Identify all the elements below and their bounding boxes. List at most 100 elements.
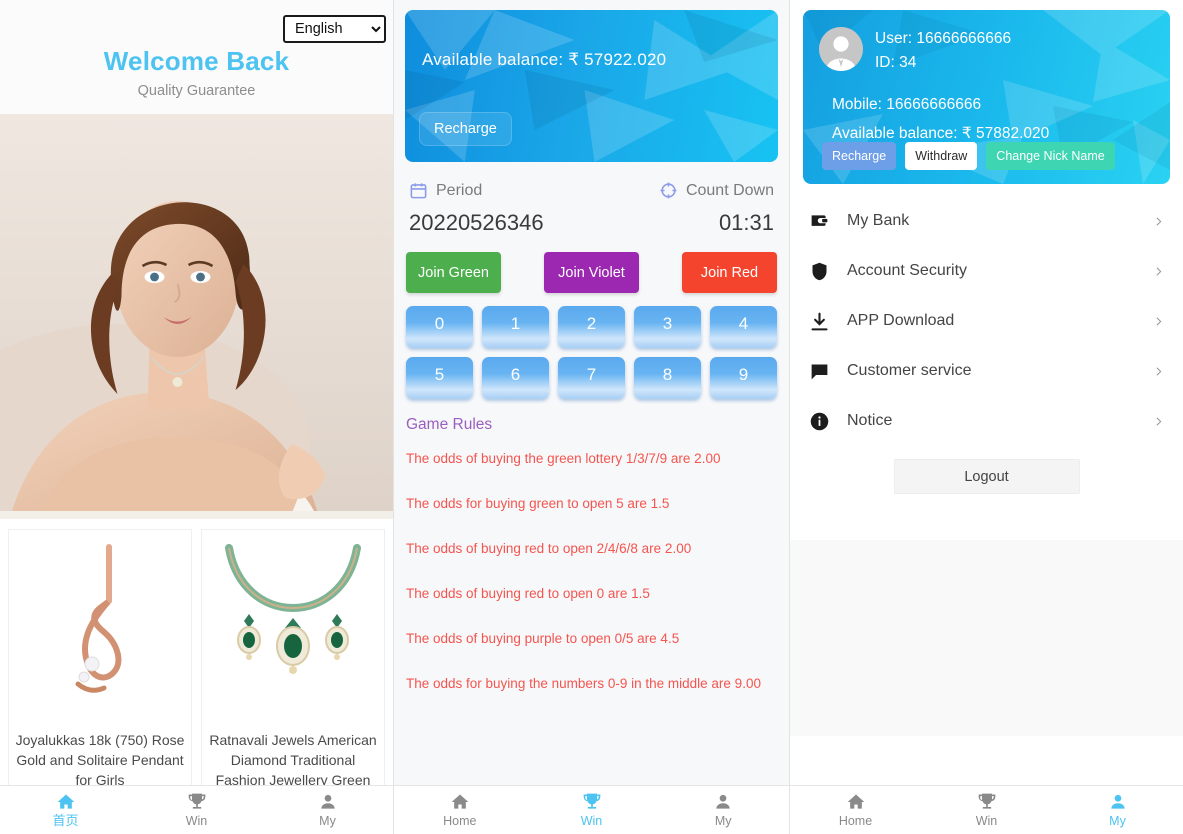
join-red-button[interactable]: Join Red	[682, 252, 777, 293]
period-countdown-values: 20220526346 01:31	[409, 210, 774, 236]
home-panel: English Welcome Back Quality Guarantee J…	[0, 0, 394, 834]
number-button-3[interactable]: 3	[634, 306, 701, 348]
menu-item-app-download[interactable]: APP Download	[790, 296, 1183, 346]
info-icon	[810, 412, 829, 430]
account-panel-body: User: 16666666666 ID: 34 Mobile: 1666666…	[790, 0, 1183, 785]
period-group: Period	[409, 181, 482, 200]
home-panel-body: English Welcome Back Quality Guarantee J…	[0, 0, 393, 785]
menu-item-customer-service[interactable]: Customer service	[790, 346, 1183, 396]
tab-my-label: My	[1109, 814, 1126, 828]
home-icon	[847, 794, 864, 809]
tab-win[interactable]: Win	[921, 792, 1052, 828]
tab-home[interactable]: Home	[394, 792, 526, 828]
home-icon	[57, 794, 74, 809]
join-buttons-row: Join Green Join Violet Join Red	[406, 252, 777, 293]
number-button-0[interactable]: 0	[406, 306, 473, 348]
number-button-9[interactable]: 9	[710, 357, 777, 399]
wallet-icon	[811, 214, 828, 226]
tab-my[interactable]: My	[657, 792, 789, 828]
account-panel: User: 16666666666 ID: 34 Mobile: 1666666…	[790, 0, 1183, 834]
menu-item-notice[interactable]: Notice	[790, 396, 1183, 446]
tab-my[interactable]: My	[262, 792, 393, 828]
period-countdown-row: Period Count Down	[409, 181, 774, 200]
profile-action-buttons: Recharge Withdraw Change Nick Name	[822, 142, 1115, 170]
tab-home-label: Home	[443, 814, 477, 828]
game-rule-item: The odds of buying purple to open 0/5 ar…	[406, 631, 680, 646]
product-card[interactable]: Joyalukkas 18k (750) Rose Gold and Solit…	[8, 529, 192, 785]
game-rule-item: The odds of buying red to open 0 are 1.5	[406, 586, 650, 601]
tab-my-label: My	[714, 814, 732, 828]
language-select[interactable]: English	[283, 15, 386, 43]
join-violet-button[interactable]: Join Violet	[544, 252, 639, 293]
profile-user: User: 16666666666	[875, 30, 1012, 47]
recharge-button[interactable]: Recharge	[419, 112, 512, 146]
menu-item-my-bank[interactable]: My Bank	[790, 196, 1183, 246]
game-rule-item: The odds for buying the numbers 0-9 in t…	[406, 676, 761, 691]
trophy-icon	[583, 793, 600, 809]
game-panel: Available balance: ₹ 57922.020 Recharge …	[394, 0, 790, 834]
shield-icon	[812, 262, 827, 280]
home-icon	[451, 794, 469, 809]
tab-home[interactable]: Home	[790, 792, 921, 828]
tab-my[interactable]: My	[1052, 792, 1183, 828]
number-button-1[interactable]: 1	[482, 306, 549, 348]
game-rule-item: The odds for buying green to open 5 are …	[406, 496, 670, 511]
empty-area	[790, 540, 1183, 736]
person-icon	[1110, 794, 1125, 809]
chevron-right-icon	[1156, 266, 1162, 276]
tab-win-label: Win	[580, 814, 603, 828]
trophy-icon	[978, 793, 995, 809]
chevron-right-icon	[1156, 366, 1162, 376]
countdown-group: Count Down	[659, 181, 774, 200]
logout-row: Logout	[790, 459, 1183, 516]
withdraw-button[interactable]: Withdraw	[905, 142, 978, 170]
target-icon	[660, 182, 677, 199]
person-icon	[320, 794, 335, 809]
game-panel-body: Available balance: ₹ 57922.020 Recharge …	[394, 0, 789, 785]
tab-win-label: Win	[975, 814, 998, 828]
menu-label: Account Security	[847, 262, 968, 279]
rose-gold-pendant-image	[13, 536, 187, 726]
menu-item-account-security[interactable]: Account Security	[790, 246, 1183, 296]
chevron-right-icon	[1156, 416, 1162, 426]
number-button-5[interactable]: 5	[406, 357, 473, 399]
chevron-right-icon	[1156, 216, 1162, 226]
recharge-button[interactable]: Recharge	[822, 142, 897, 170]
change-nick-name-button[interactable]: Change Nick Name	[986, 142, 1115, 170]
game-rules-title: Game Rules	[406, 416, 493, 433]
menu-label: Notice	[847, 412, 893, 429]
countdown-value: 01:31	[718, 210, 774, 235]
product-title: Joyalukkas 18k (750) Rose Gold and Solit…	[15, 732, 185, 785]
green-necklace-image	[206, 536, 380, 726]
tab-home[interactable]: 首页	[0, 792, 131, 828]
countdown-label: Count Down	[685, 181, 774, 199]
chat-icon	[811, 364, 828, 379]
available-balance-text: Available balance: ₹ 57922.020	[422, 50, 667, 69]
three-panel-screenshot: English Welcome Back Quality Guarantee J…	[0, 0, 1183, 834]
number-button-8[interactable]: 8	[634, 357, 701, 399]
tab-win[interactable]: Win	[131, 792, 262, 828]
logout-button[interactable]: Logout	[893, 459, 1080, 494]
trophy-icon	[188, 793, 205, 809]
download-icon	[811, 312, 828, 330]
calendar-icon	[410, 183, 427, 199]
account-menu: My Bank Account Security APP Download Cu…	[790, 196, 1183, 446]
profile-mobile: Mobile: 16666666666	[832, 96, 982, 113]
number-button-7[interactable]: 7	[558, 357, 625, 399]
number-button-6[interactable]: 6	[482, 357, 549, 399]
number-button-2[interactable]: 2	[558, 306, 625, 348]
product-card[interactable]: Ratnavali Jewels American Diamond Tradit…	[201, 529, 385, 785]
profile-id: ID: 34	[875, 54, 917, 71]
tab-home-label: Home	[838, 814, 873, 828]
join-green-button[interactable]: Join Green	[406, 252, 501, 293]
home-tabbar: 首页 Win My	[0, 785, 393, 834]
number-button-4[interactable]: 4	[710, 306, 777, 348]
welcome-header: English Welcome Back Quality Guarantee	[0, 0, 393, 114]
period-value: 20220526346	[409, 210, 544, 235]
game-rule-item: The odds of buying red to open 2/4/6/8 a…	[406, 541, 692, 556]
tab-win[interactable]: Win	[526, 792, 658, 828]
balance-card: Available balance: ₹ 57922.020 Recharge	[405, 10, 778, 162]
game-tabbar: Home Win My	[394, 785, 789, 834]
avatar	[819, 27, 863, 71]
welcome-subtitle: Quality Guarantee	[137, 83, 256, 99]
